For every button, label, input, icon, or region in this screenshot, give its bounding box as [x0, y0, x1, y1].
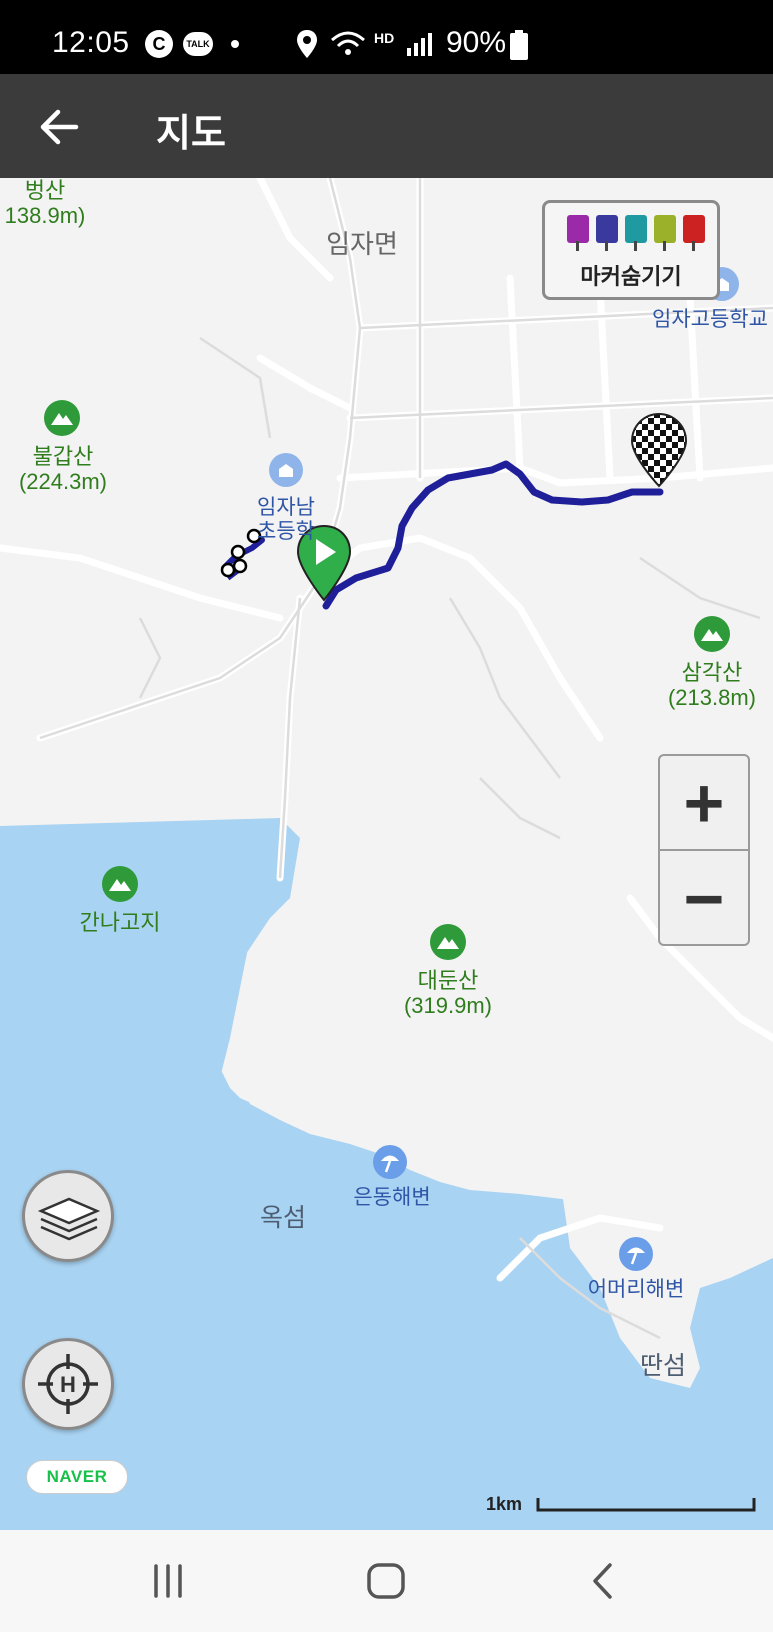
status-bar: 12:05 C TALK HD 90%: [0, 0, 773, 74]
school-icon: [269, 453, 303, 487]
memo-marker-icon: [654, 215, 676, 251]
beach-icon: [373, 1145, 407, 1179]
island-label: 딴섬: [639, 1352, 686, 1380]
mountain-icon: [694, 616, 730, 652]
peak-label: 삼각산 (213.8m): [667, 660, 757, 711]
peak-label: 대둔산 (319.9m): [403, 968, 493, 1019]
hide-markers-label: 마커숨기기: [580, 264, 682, 289]
video-marker-icon: [596, 215, 618, 251]
page-title: 지도: [156, 113, 226, 155]
scale-bar: 1km: [486, 1494, 756, 1515]
kakaotalk-icon: TALK: [183, 32, 213, 56]
map-view[interactable]: 벙산 138.9m) 불갑산 (224.3m) 삼각산 (213.8m) 간나고지 대…: [0, 178, 773, 1530]
location-icon: [297, 30, 317, 58]
poi-label: 어머리해변: [587, 1278, 685, 1301]
flag-marker-icon: [683, 215, 705, 251]
signal-icon: [407, 33, 432, 56]
app-bar: 지도: [0, 74, 773, 178]
poi-label: 임자남 초등학: [257, 496, 315, 544]
hide-markers-button[interactable]: 마커숨기기: [542, 200, 720, 300]
status-time: 12:05: [52, 26, 130, 59]
finish-flag-icon[interactable]: [630, 412, 688, 488]
peak-label: 간나고지: [79, 910, 161, 935]
poi-label: 은동해변: [353, 1186, 431, 1209]
island-label: 옥섬: [259, 1204, 306, 1232]
system-nav-bar: [0, 1530, 773, 1632]
zoom-out-button[interactable]: −: [660, 851, 748, 946]
hd-voice-icon: HD: [374, 30, 395, 46]
mountain-icon: [102, 866, 138, 902]
crosshair-h-icon: H: [38, 1354, 98, 1414]
locate-home-button[interactable]: H: [22, 1338, 114, 1430]
layers-icon: [37, 1197, 101, 1241]
camera-marker-icon: [567, 215, 589, 251]
peak-label: 불갑산 (224.3m): [18, 444, 108, 495]
place-label: 임자면: [326, 229, 398, 259]
microphone-marker-icon: [625, 215, 647, 251]
poi-label: 임자고등학교: [652, 308, 768, 331]
battery-percent: 90%: [446, 26, 507, 59]
svg-text:H: H: [60, 1372, 76, 1397]
arrow-left-icon[interactable]: [36, 104, 82, 150]
peak-label: 벙산 138.9m): [4, 178, 86, 229]
dot-icon: [231, 40, 239, 48]
naver-logo: NAVER: [26, 1460, 128, 1494]
zoom-in-button[interactable]: +: [660, 756, 748, 851]
back-nav-icon[interactable]: [590, 1562, 614, 1600]
zoom-controls: + −: [658, 754, 750, 946]
notification-icons: C TALK: [145, 30, 239, 58]
recent-apps-icon[interactable]: [150, 1564, 186, 1598]
scale-label: 1km: [486, 1494, 523, 1514]
battery-icon: [510, 30, 528, 60]
mountain-icon: [44, 400, 80, 436]
scale-line: [536, 1498, 756, 1512]
c-app-icon: C: [145, 30, 173, 58]
home-icon[interactable]: [366, 1562, 406, 1600]
beach-icon: [619, 1237, 653, 1271]
layers-button[interactable]: [22, 1170, 114, 1262]
wifi-icon: [331, 31, 365, 55]
marker-type-pins: [567, 215, 705, 251]
mountain-icon: [430, 924, 466, 960]
